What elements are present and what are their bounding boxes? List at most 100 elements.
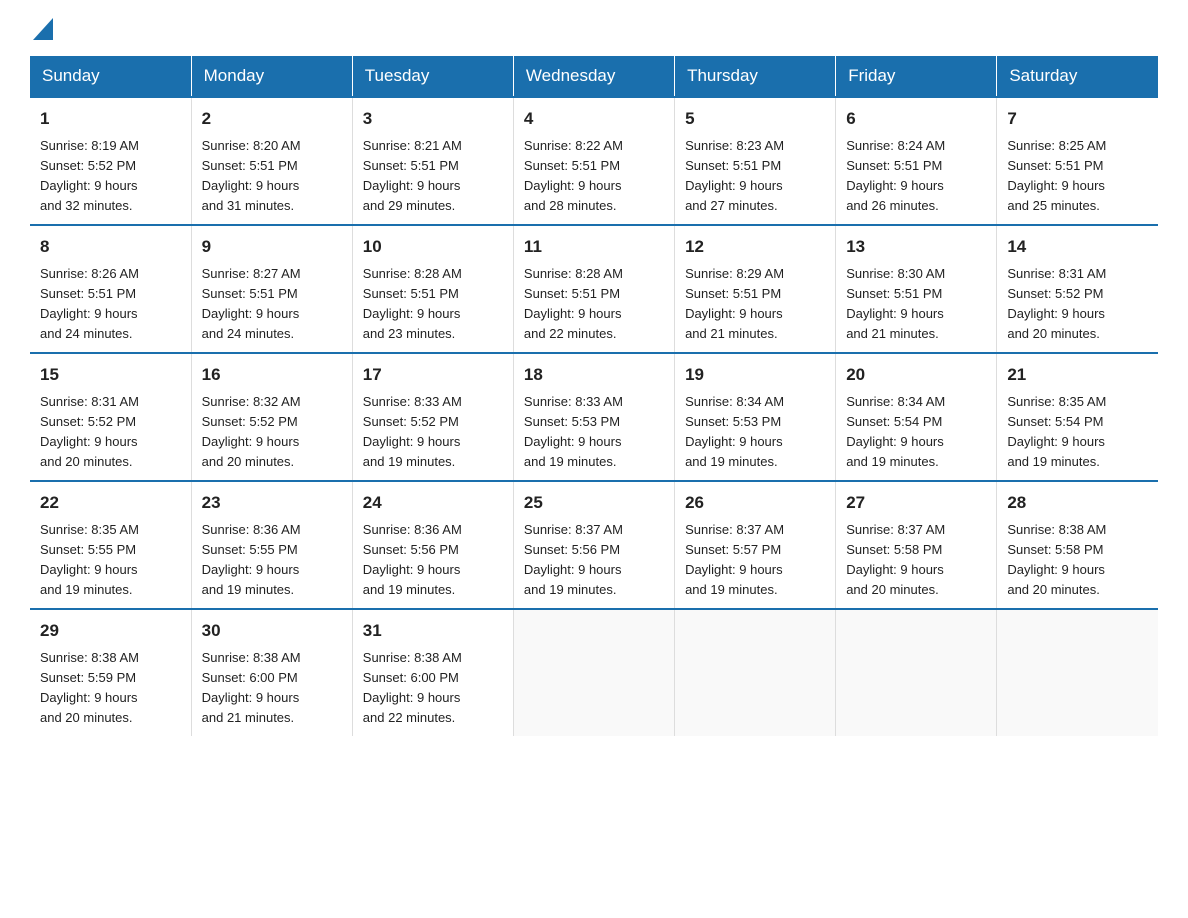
- day-info: Sunrise: 8:33 AMSunset: 5:52 PMDaylight:…: [363, 392, 503, 473]
- logo: [30, 20, 53, 46]
- calendar-table: SundayMondayTuesdayWednesdayThursdayFrid…: [30, 56, 1158, 736]
- day-number: 6: [846, 106, 986, 132]
- calendar-day-cell: 11 Sunrise: 8:28 AMSunset: 5:51 PMDayligh…: [513, 225, 674, 353]
- calendar-day-cell: 10 Sunrise: 8:28 AMSunset: 5:51 PMDayligh…: [352, 225, 513, 353]
- day-info: Sunrise: 8:32 AMSunset: 5:52 PMDaylight:…: [202, 392, 342, 473]
- day-number: 3: [363, 106, 503, 132]
- calendar-day-cell: 17 Sunrise: 8:33 AMSunset: 5:52 PMDayligh…: [352, 353, 513, 481]
- day-number: 7: [1007, 106, 1148, 132]
- calendar-day-cell: 24 Sunrise: 8:36 AMSunset: 5:56 PMDayligh…: [352, 481, 513, 609]
- calendar-day-cell: 7Sunrise: 8:25 AMSunset: 5:51 PMDaylight…: [997, 97, 1158, 225]
- calendar-week-row: 1Sunrise: 8:19 AMSunset: 5:52 PMDaylight…: [30, 97, 1158, 225]
- calendar-day-cell: 3 Sunrise: 8:21 AMSunset: 5:51 PMDaylight…: [352, 97, 513, 225]
- calendar-day-cell: 19Sunrise: 8:34 AMSunset: 5:53 PMDayligh…: [675, 353, 836, 481]
- day-info: Sunrise: 8:24 AMSunset: 5:51 PMDaylight:…: [846, 136, 986, 217]
- weekday-header-monday: Monday: [191, 56, 352, 97]
- day-number: 16: [202, 362, 342, 388]
- day-info: Sunrise: 8:28 AMSunset: 5:51 PMDaylight:…: [524, 264, 664, 345]
- calendar-day-cell: 20Sunrise: 8:34 AMSunset: 5:54 PMDayligh…: [836, 353, 997, 481]
- calendar-day-cell: 12Sunrise: 8:29 AMSunset: 5:51 PMDayligh…: [675, 225, 836, 353]
- day-number: 31: [363, 618, 503, 644]
- calendar-week-row: 15Sunrise: 8:31 AMSunset: 5:52 PMDayligh…: [30, 353, 1158, 481]
- calendar-day-cell: 8 Sunrise: 8:26 AMSunset: 5:51 PMDaylight…: [30, 225, 191, 353]
- calendar-day-cell: 21Sunrise: 8:35 AMSunset: 5:54 PMDayligh…: [997, 353, 1158, 481]
- weekday-header-saturday: Saturday: [997, 56, 1158, 97]
- calendar-day-cell: 1Sunrise: 8:19 AMSunset: 5:52 PMDaylight…: [30, 97, 191, 225]
- calendar-day-cell: 15Sunrise: 8:31 AMSunset: 5:52 PMDayligh…: [30, 353, 191, 481]
- weekday-header-wednesday: Wednesday: [513, 56, 674, 97]
- calendar-day-cell: 18 Sunrise: 8:33 AMSunset: 5:53 PMDayligh…: [513, 353, 674, 481]
- day-info: Sunrise: 8:38 AMSunset: 5:59 PMDaylight:…: [40, 648, 181, 729]
- calendar-day-cell: 30 Sunrise: 8:38 AMSunset: 6:00 PMDayligh…: [191, 609, 352, 736]
- calendar-day-cell: [997, 609, 1158, 736]
- day-number: 19: [685, 362, 825, 388]
- day-info: Sunrise: 8:21 AMSunset: 5:51 PMDaylight:…: [363, 136, 503, 217]
- day-info: Sunrise: 8:37 AMSunset: 5:56 PMDaylight:…: [524, 520, 664, 601]
- day-number: 17: [363, 362, 503, 388]
- day-number: 23: [202, 490, 342, 516]
- calendar-day-cell: 31 Sunrise: 8:38 AMSunset: 6:00 PMDayligh…: [352, 609, 513, 736]
- calendar-day-cell: 16 Sunrise: 8:32 AMSunset: 5:52 PMDayligh…: [191, 353, 352, 481]
- day-number: 2: [202, 106, 342, 132]
- weekday-header-friday: Friday: [836, 56, 997, 97]
- day-info: Sunrise: 8:38 AMSunset: 6:00 PMDaylight:…: [202, 648, 342, 729]
- day-number: 18: [524, 362, 664, 388]
- day-number: 29: [40, 618, 181, 644]
- day-number: 22: [40, 490, 181, 516]
- day-info: Sunrise: 8:36 AMSunset: 5:56 PMDaylight:…: [363, 520, 503, 601]
- calendar-day-cell: 14Sunrise: 8:31 AMSunset: 5:52 PMDayligh…: [997, 225, 1158, 353]
- day-number: 24: [363, 490, 503, 516]
- day-number: 20: [846, 362, 986, 388]
- day-number: 21: [1007, 362, 1148, 388]
- day-info: Sunrise: 8:28 AMSunset: 5:51 PMDaylight:…: [363, 264, 503, 345]
- calendar-day-cell: [836, 609, 997, 736]
- calendar-day-cell: 22 Sunrise: 8:35 AMSunset: 5:55 PMDayligh…: [30, 481, 191, 609]
- day-number: 8: [40, 234, 181, 260]
- day-info: Sunrise: 8:36 AMSunset: 5:55 PMDaylight:…: [202, 520, 342, 601]
- day-number: 11: [524, 234, 664, 260]
- day-number: 15: [40, 362, 181, 388]
- day-number: 13: [846, 234, 986, 260]
- day-number: 10: [363, 234, 503, 260]
- calendar-day-cell: 23 Sunrise: 8:36 AMSunset: 5:55 PMDayligh…: [191, 481, 352, 609]
- page-header: [30, 20, 1158, 46]
- day-number: 30: [202, 618, 342, 644]
- day-info: Sunrise: 8:33 AMSunset: 5:53 PMDaylight:…: [524, 392, 664, 473]
- weekday-header-row: SundayMondayTuesdayWednesdayThursdayFrid…: [30, 56, 1158, 97]
- calendar-day-cell: 13Sunrise: 8:30 AMSunset: 5:51 PMDayligh…: [836, 225, 997, 353]
- day-info: Sunrise: 8:35 AMSunset: 5:55 PMDaylight:…: [40, 520, 181, 601]
- day-info: Sunrise: 8:37 AMSunset: 5:57 PMDaylight:…: [685, 520, 825, 601]
- calendar-day-cell: 5 Sunrise: 8:23 AMSunset: 5:51 PMDaylight…: [675, 97, 836, 225]
- calendar-day-cell: 27Sunrise: 8:37 AMSunset: 5:58 PMDayligh…: [836, 481, 997, 609]
- calendar-week-row: 29 Sunrise: 8:38 AMSunset: 5:59 PMDayligh…: [30, 609, 1158, 736]
- weekday-header-thursday: Thursday: [675, 56, 836, 97]
- day-info: Sunrise: 8:20 AMSunset: 5:51 PMDaylight:…: [202, 136, 342, 217]
- calendar-week-row: 22 Sunrise: 8:35 AMSunset: 5:55 PMDayligh…: [30, 481, 1158, 609]
- calendar-day-cell: 4 Sunrise: 8:22 AMSunset: 5:51 PMDaylight…: [513, 97, 674, 225]
- calendar-day-cell: 6 Sunrise: 8:24 AMSunset: 5:51 PMDaylight…: [836, 97, 997, 225]
- calendar-day-cell: 29 Sunrise: 8:38 AMSunset: 5:59 PMDayligh…: [30, 609, 191, 736]
- day-number: 26: [685, 490, 825, 516]
- day-info: Sunrise: 8:31 AMSunset: 5:52 PMDaylight:…: [1007, 264, 1148, 345]
- day-info: Sunrise: 8:22 AMSunset: 5:51 PMDaylight:…: [524, 136, 664, 217]
- day-number: 9: [202, 234, 342, 260]
- day-number: 5: [685, 106, 825, 132]
- day-info: Sunrise: 8:27 AMSunset: 5:51 PMDaylight:…: [202, 264, 342, 345]
- calendar-day-cell: 25Sunrise: 8:37 AMSunset: 5:56 PMDayligh…: [513, 481, 674, 609]
- weekday-header-sunday: Sunday: [30, 56, 191, 97]
- calendar-day-cell: [513, 609, 674, 736]
- day-info: Sunrise: 8:19 AMSunset: 5:52 PMDaylight:…: [40, 136, 181, 217]
- calendar-day-cell: 28Sunrise: 8:38 AMSunset: 5:58 PMDayligh…: [997, 481, 1158, 609]
- day-info: Sunrise: 8:26 AMSunset: 5:51 PMDaylight:…: [40, 264, 181, 345]
- day-info: Sunrise: 8:23 AMSunset: 5:51 PMDaylight:…: [685, 136, 825, 217]
- day-number: 4: [524, 106, 664, 132]
- calendar-day-cell: 2 Sunrise: 8:20 AMSunset: 5:51 PMDaylight…: [191, 97, 352, 225]
- weekday-header-tuesday: Tuesday: [352, 56, 513, 97]
- day-number: 28: [1007, 490, 1148, 516]
- day-info: Sunrise: 8:38 AMSunset: 6:00 PMDaylight:…: [363, 648, 503, 729]
- day-info: Sunrise: 8:37 AMSunset: 5:58 PMDaylight:…: [846, 520, 986, 601]
- calendar-week-row: 8 Sunrise: 8:26 AMSunset: 5:51 PMDaylight…: [30, 225, 1158, 353]
- day-number: 12: [685, 234, 825, 260]
- calendar-day-cell: 26 Sunrise: 8:37 AMSunset: 5:57 PMDayligh…: [675, 481, 836, 609]
- calendar-day-cell: [675, 609, 836, 736]
